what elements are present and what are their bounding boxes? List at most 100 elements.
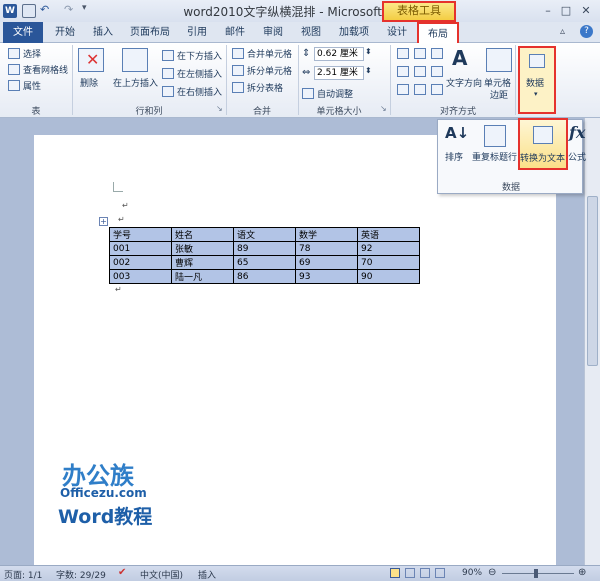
table-cell[interactable]: 92 xyxy=(357,241,420,256)
help-icon[interactable]: ? xyxy=(580,25,593,38)
split-cells-button[interactable]: 拆分单元格 xyxy=(247,64,292,77)
table-cell[interactable]: 姓名 xyxy=(171,227,234,242)
sort-button[interactable]: 排序 xyxy=(445,150,463,163)
align-top-center-icon[interactable] xyxy=(414,48,426,59)
group-label-alignment: 对齐方式 xyxy=(439,107,476,117)
table-move-handle-icon[interactable]: + xyxy=(99,217,108,226)
zoom-out-icon[interactable]: ⊖ xyxy=(488,567,496,578)
table-cell[interactable]: 001 xyxy=(109,241,172,256)
data-button[interactable]: 数据 ▾ xyxy=(518,46,556,114)
language-indicator[interactable]: 中文(中国) xyxy=(140,568,183,581)
repeat-header-rows-button[interactable]: 重复标题行 xyxy=(472,150,517,163)
table-cell[interactable]: 69 xyxy=(295,255,358,270)
column-width-icon: ⇔ xyxy=(302,67,311,78)
maximize-button[interactable]: □ xyxy=(558,3,574,18)
align-bottom-right-icon[interactable] xyxy=(431,84,443,95)
table-cell[interactable]: 93 xyxy=(295,269,358,284)
table-cell[interactable]: 65 xyxy=(233,255,296,270)
word-app-icon[interactable]: W xyxy=(3,4,17,18)
minimize-ribbon-icon[interactable]: ▵ xyxy=(560,26,565,37)
insert-left-button[interactable]: 在左侧插入 xyxy=(177,67,222,80)
table-cell[interactable]: 曹辉 xyxy=(171,255,234,270)
align-bottom-left-icon[interactable] xyxy=(397,84,409,95)
dialog-launcher-icon[interactable]: ↘ xyxy=(216,104,223,113)
view-gridlines-button[interactable]: 查看网格线 xyxy=(23,63,68,76)
table-cell[interactable]: 89 xyxy=(233,241,296,256)
zoom-in-icon[interactable]: ⊕ xyxy=(578,567,586,578)
data-table[interactable]: 学号 姓名 语文 数学 英语 001 张敏 89 78 92 002 曹辉 65… xyxy=(109,227,420,284)
outline-icon[interactable] xyxy=(435,568,445,578)
table-cell[interactable]: 70 xyxy=(357,255,420,270)
save-icon[interactable] xyxy=(22,4,36,18)
close-button[interactable]: ✕ xyxy=(578,3,594,18)
table-cell[interactable]: 002 xyxy=(109,255,172,270)
tab-file[interactable]: 文件 xyxy=(3,22,43,43)
web-layout-icon[interactable] xyxy=(420,568,430,578)
tab-addins[interactable]: 加载项 xyxy=(332,22,376,43)
tab-view[interactable]: 视图 xyxy=(294,22,328,43)
align-top-left-icon[interactable] xyxy=(397,48,409,59)
full-screen-reading-icon[interactable] xyxy=(405,568,415,578)
minimize-button[interactable]: – xyxy=(540,3,556,18)
table-row: 002 曹辉 65 69 70 xyxy=(109,255,420,270)
tab-mailings[interactable]: 邮件 xyxy=(218,22,252,43)
redo-icon[interactable]: ↷ xyxy=(64,3,73,16)
zoom-slider-thumb[interactable] xyxy=(534,569,538,578)
dialog-launcher-icon[interactable]: ↘ xyxy=(380,104,387,113)
customize-toolbar-icon[interactable]: ▾ xyxy=(82,3,87,13)
split-table-button[interactable]: 拆分表格 xyxy=(247,81,283,94)
document-page[interactable] xyxy=(34,135,556,565)
page-count[interactable]: 页面: 1/1 xyxy=(4,568,42,581)
insert-above-button[interactable]: 在上方插入 xyxy=(113,76,158,89)
zoom-level[interactable]: 90% xyxy=(462,568,482,578)
convert-to-text-button[interactable]: 转换为文本 xyxy=(518,118,568,170)
align-middle-center-icon[interactable] xyxy=(414,66,426,77)
tab-references[interactable]: 引用 xyxy=(180,22,214,43)
tab-design[interactable]: 设计 xyxy=(380,22,414,43)
row-height-icon: ⇕ xyxy=(302,48,311,59)
formula-icon: fx xyxy=(569,123,586,142)
tab-insert[interactable]: 插入 xyxy=(86,22,120,43)
table-cell[interactable]: 学号 xyxy=(109,227,172,242)
select-button[interactable]: 选择 xyxy=(23,47,41,60)
align-bottom-center-icon[interactable] xyxy=(414,84,426,95)
table-cell[interactable]: 90 xyxy=(357,269,420,284)
zoom-slider[interactable] xyxy=(502,573,574,574)
align-top-right-icon[interactable] xyxy=(431,48,443,59)
table-cell[interactable]: 陆一凡 xyxy=(171,269,234,284)
tab-home[interactable]: 开始 xyxy=(48,22,82,43)
vertical-scrollbar[interactable] xyxy=(584,118,600,565)
word-count[interactable]: 字数: 29/29 xyxy=(56,568,106,581)
table-cell[interactable]: 张敏 xyxy=(171,241,234,256)
table-cell[interactable]: 语文 xyxy=(233,227,296,242)
insert-below-button[interactable]: 在下方插入 xyxy=(177,49,222,62)
scrollbar-thumb[interactable] xyxy=(587,196,598,366)
insert-right-button[interactable]: 在右侧插入 xyxy=(177,85,222,98)
table-cell[interactable]: 78 xyxy=(295,241,358,256)
align-middle-right-icon[interactable] xyxy=(431,66,443,77)
print-layout-icon[interactable] xyxy=(390,568,400,578)
table-cell[interactable]: 003 xyxy=(109,269,172,284)
delete-button[interactable]: 删除 xyxy=(80,76,98,89)
column-width-spinner[interactable]: ⬍ xyxy=(365,66,372,75)
text-direction-button[interactable]: 文字方向 xyxy=(446,76,482,89)
tab-layout[interactable]: 布局 xyxy=(417,22,459,43)
undo-icon[interactable]: ↶ xyxy=(40,3,49,16)
merge-cells-button[interactable]: 合并单元格 xyxy=(247,47,292,60)
formula-button[interactable]: 公式 xyxy=(568,150,586,163)
margin-corner-mark xyxy=(113,182,123,192)
row-height-spinner[interactable]: ⬍ xyxy=(365,47,372,56)
insert-mode[interactable]: 插入 xyxy=(198,568,216,581)
row-height-input[interactable]: 0.62 厘米 xyxy=(314,47,364,61)
tab-page-layout[interactable]: 页面布局 xyxy=(124,22,176,43)
align-middle-left-icon[interactable] xyxy=(397,66,409,77)
column-width-input[interactable]: 2.51 厘米 xyxy=(314,66,364,80)
table-cell[interactable]: 86 xyxy=(233,269,296,284)
autofit-button[interactable]: 自动调整 xyxy=(317,87,353,100)
chevron-down-icon: ▾ xyxy=(534,90,538,98)
proofing-icon[interactable]: ✔ xyxy=(118,567,126,578)
table-cell[interactable]: 英语 xyxy=(357,227,420,242)
tab-review[interactable]: 审阅 xyxy=(256,22,290,43)
table-cell[interactable]: 数学 xyxy=(295,227,358,242)
properties-button[interactable]: 属性 xyxy=(23,79,41,92)
